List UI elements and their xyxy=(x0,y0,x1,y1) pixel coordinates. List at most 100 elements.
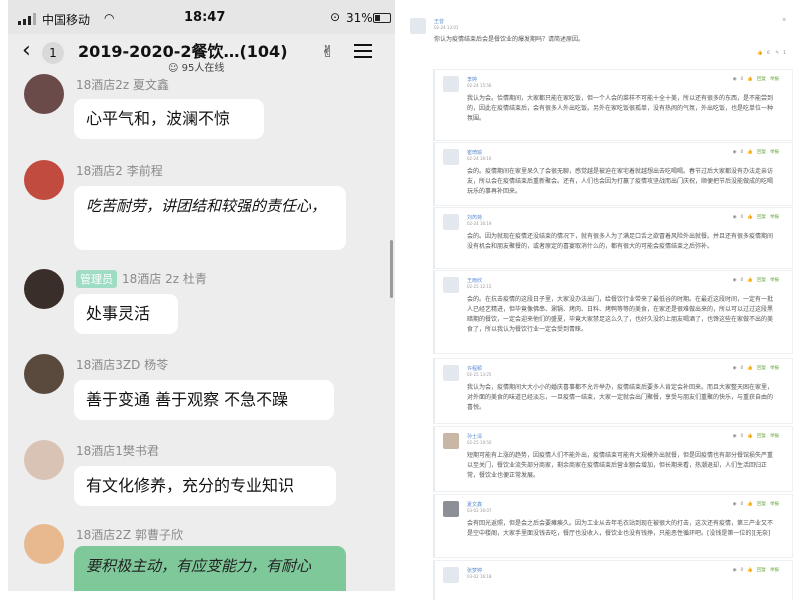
post-body: 你认为疫情结束后会是餐饮业的爆发期吗？请简述原因。 xyxy=(434,36,585,43)
reply-card: 刘芮荷 02-24 16:19 会的。因为就现在疫情还没结束的情况下，就有很多人… xyxy=(433,207,793,269)
reply-body: 会的。因为就现在疫情还没结束的情况下，就有很多人为了满足口舌之欲冒着风险外出就餐… xyxy=(467,233,774,250)
post-date: 02-24 13:01 xyxy=(434,25,459,30)
scrollbar[interactable] xyxy=(390,240,393,298)
chat-header: ‹ 1 2019-2020-2餐饮…(104) ☺ 95人在线 ✌ xyxy=(8,34,395,74)
unread-count-badge[interactable]: 1 xyxy=(42,42,64,64)
author-name[interactable]: 王雨欣 xyxy=(467,277,482,284)
reply-card: 张梦婷 03-02 16:18 ◉ 0 👍 回复 举报 xyxy=(433,560,793,600)
message-text: 吃苦耐劳，讲团结和较强的责任心， xyxy=(86,197,327,215)
sender-name: 管理员 18酒店 2z 杜青 xyxy=(76,270,207,288)
reply-actions: ◉ 0 👍 回复 举报 xyxy=(732,502,779,507)
author-name[interactable]: 许程颖 xyxy=(467,365,482,372)
reply-link[interactable]: 回复 xyxy=(757,366,766,371)
like-icon[interactable]: 👍 xyxy=(757,51,763,56)
reply-link[interactable]: 回复 xyxy=(757,150,766,155)
author-name[interactable]: 崔琦瑜 xyxy=(467,149,482,156)
reply-card: 孙士清 02-25 19:50 短期可能有上涨的趋势，因疫情人们不能外出，疫情结… xyxy=(433,426,793,492)
reply-actions: ◉ 0 👍 回复 举报 xyxy=(732,366,779,371)
sender-name: 18酒店3ZD 杨苓 xyxy=(76,358,169,372)
comment-icon[interactable]: ✎ xyxy=(775,51,779,56)
report-link[interactable]: 举报 xyxy=(770,278,779,283)
report-link[interactable]: 举报 xyxy=(770,434,779,439)
admin-badge: 管理员 xyxy=(76,270,117,288)
message-bubble[interactable]: 心平气和，波澜不惊 xyxy=(74,99,264,139)
reply-card: 李婷 02-24 15:56 我认为会。恰情期间，大家都只能在家吃饭，但一个人会… xyxy=(433,69,793,141)
reply-link[interactable]: 回复 xyxy=(757,215,766,220)
avatar[interactable] xyxy=(443,149,459,165)
report-link[interactable]: 举报 xyxy=(770,366,779,371)
reply-date: 02-25 12:15 xyxy=(467,284,492,289)
avatar[interactable] xyxy=(443,277,459,293)
reply-body: 会有回光返照，但是会之后会要瘫痪久。因为工业从去年毛衣站到现在被很大的打击，这次… xyxy=(467,520,774,537)
avatar[interactable] xyxy=(410,18,426,34)
author-name[interactable]: 孙士清 xyxy=(467,433,482,440)
author-name[interactable]: 李婷 xyxy=(467,76,477,83)
message-bubble[interactable]: 处事灵活 xyxy=(74,294,178,334)
like-icon[interactable]: 👍 xyxy=(747,568,753,573)
avatar[interactable] xyxy=(443,365,459,381)
like-icon[interactable]: 👍 xyxy=(747,77,753,82)
reply-link[interactable]: 回复 xyxy=(757,502,766,507)
sender-name: 18酒店2Z 郭曹子欣 xyxy=(76,528,183,542)
reply-card: 夏文鑫 03-02 16:07 会有回光返照，但是会之后会要瘫痪久。因为工业从去… xyxy=(433,494,793,558)
avatar[interactable] xyxy=(443,76,459,92)
report-link[interactable]: 举报 xyxy=(770,215,779,220)
avatar[interactable] xyxy=(24,160,64,200)
reply-card: 王雨欣 02-25 12:15 会的。在抗击疫情的这段日子里，大家没办法出门，给… xyxy=(433,270,793,354)
message-bubble[interactable]: 善于变通 善于观察 不急不躁 xyxy=(74,380,334,420)
message-text: 心平气和，波澜不惊 xyxy=(86,109,231,128)
reply-actions: ◉ 0 👍 回复 举报 xyxy=(732,150,779,155)
view-icon: ◉ xyxy=(732,150,737,155)
sender-name: 18酒店1樊书君 xyxy=(76,444,159,458)
wifi-icon: ◠ xyxy=(104,11,115,25)
like-icon[interactable]: 👍 xyxy=(747,366,753,371)
reply-body: 会的。疫情期间在家里呆久了会很无聊，感觉越是被迫在家宅着就越想出去吃喝喝。春节过… xyxy=(467,168,774,195)
avatar[interactable] xyxy=(443,501,459,517)
like-icon[interactable]: 👍 xyxy=(747,434,753,439)
reply-date: 03-02 16:07 xyxy=(467,508,492,513)
avatar[interactable] xyxy=(24,524,64,564)
reply-link[interactable]: 回复 xyxy=(757,77,766,82)
view-icon: ◉ xyxy=(732,568,737,573)
like-icon[interactable]: 👍 xyxy=(747,215,753,220)
back-icon[interactable]: ‹ xyxy=(22,38,31,63)
avatar[interactable] xyxy=(24,354,64,394)
message-bubble[interactable]: 吃苦耐劳，讲团结和较强的责任心， xyxy=(74,186,346,250)
post-actions: 👍 6 ✎ 1 xyxy=(757,51,786,56)
battery-percent: 31% xyxy=(346,11,373,25)
report-link[interactable]: 举报 xyxy=(770,568,779,573)
reply-date: 02-25 13:25 xyxy=(467,372,492,377)
avatar[interactable] xyxy=(443,433,459,449)
menu-icon[interactable]: ≡ xyxy=(782,18,786,23)
reply-date: 03-02 16:18 xyxy=(467,574,492,579)
reply-link[interactable]: 回复 xyxy=(757,278,766,283)
message-bubble[interactable]: 要积极主动，有应变能力，有耐心 xyxy=(74,546,346,591)
view-icon: ◉ xyxy=(732,215,737,220)
avatar[interactable] xyxy=(24,74,64,114)
like-icon[interactable]: 👍 xyxy=(747,502,753,507)
like-icon[interactable]: 👍 xyxy=(747,150,753,155)
author-name[interactable]: 夏文鑫 xyxy=(467,501,482,508)
carrier-label: 中国移动 xyxy=(42,13,91,27)
report-link[interactable]: 举报 xyxy=(770,77,779,82)
reply-link[interactable]: 回复 xyxy=(757,434,766,439)
author-name[interactable]: 张梦婷 xyxy=(467,567,482,574)
avatar[interactable] xyxy=(443,567,459,583)
clock: 18:47 xyxy=(184,10,226,25)
reply-date: 02-25 19:50 xyxy=(467,440,492,445)
author-name[interactable]: 王曾 xyxy=(434,18,444,25)
avatar[interactable] xyxy=(24,269,64,309)
menu-icon[interactable] xyxy=(354,44,372,58)
reply-date: 02-24 15:56 xyxy=(467,83,492,88)
reply-actions: ◉ 0 👍 回复 举报 xyxy=(732,434,779,439)
message-bubble[interactable]: 有文化修养，充分的专业知识 xyxy=(74,466,336,506)
check-in-icon[interactable]: ✌ xyxy=(321,42,334,61)
reply-link[interactable]: 回复 xyxy=(757,568,766,573)
report-link[interactable]: 举报 xyxy=(770,150,779,155)
reply-actions: ◉ 0 👍 回复 举报 xyxy=(732,278,779,283)
avatar[interactable] xyxy=(443,214,459,230)
report-link[interactable]: 举报 xyxy=(770,502,779,507)
author-name[interactable]: 刘芮荷 xyxy=(467,214,482,221)
like-icon[interactable]: 👍 xyxy=(747,278,753,283)
avatar[interactable] xyxy=(24,440,64,480)
